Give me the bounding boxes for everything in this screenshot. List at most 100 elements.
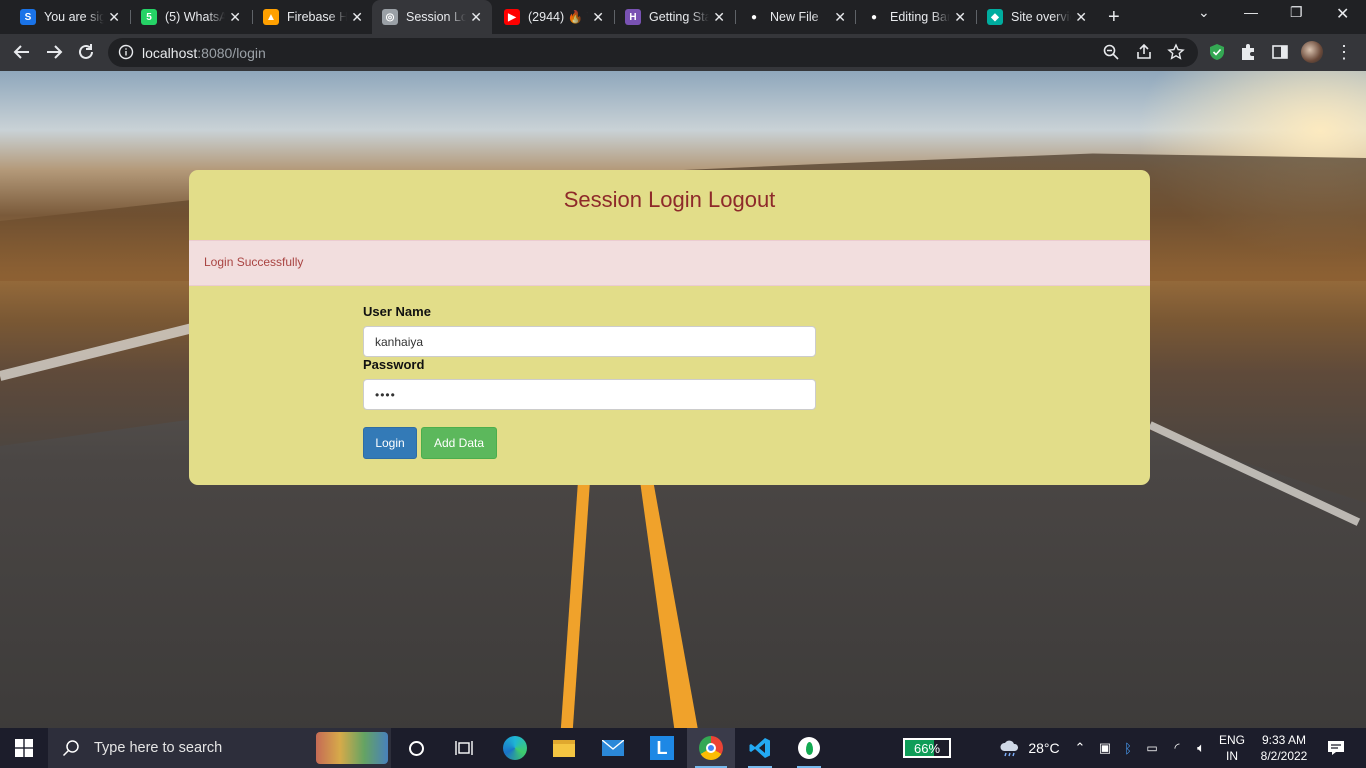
avatar xyxy=(1301,41,1323,63)
chrome-app[interactable] xyxy=(687,728,735,768)
login-button[interactable]: Login xyxy=(363,427,417,459)
battery-indicator[interactable]: 66% xyxy=(900,728,954,768)
tab-title: Site overview xyxy=(1011,10,1071,24)
browser-tab[interactable]: 5 (5) WhatsApp ✕ xyxy=(131,0,251,34)
tab-separator xyxy=(252,10,253,24)
start-button[interactable] xyxy=(0,728,48,768)
l-icon: L xyxy=(650,736,674,760)
region-code: IN xyxy=(1226,749,1238,763)
bluetooth-button[interactable]: ᛒ xyxy=(1118,728,1138,768)
search-highlight-image xyxy=(316,732,388,764)
netlify-icon: ◆ xyxy=(987,9,1003,25)
l-app[interactable]: L xyxy=(642,728,682,768)
tab-title: Session Login Logout xyxy=(406,10,466,24)
language-indicator[interactable]: ENG IN xyxy=(1214,728,1250,768)
side-panel-button[interactable] xyxy=(1268,40,1292,64)
tab-title: (5) WhatsApp xyxy=(165,10,225,24)
clock-date: 8/2/2022 xyxy=(1260,749,1308,763)
weather-temp: 28°C xyxy=(1028,740,1060,756)
url-host: localhost xyxy=(142,45,198,61)
forward-button[interactable] xyxy=(42,40,66,64)
cortana-button[interactable] xyxy=(398,728,434,768)
bluetooth-icon: ᛒ xyxy=(1124,740,1132,756)
browser-tab[interactable]: ▶ (2944) 🔥 YouTube ✕ xyxy=(494,0,614,34)
profile-button[interactable] xyxy=(1300,40,1324,64)
vscode-app[interactable] xyxy=(740,728,780,768)
close-tab-icon[interactable]: ✕ xyxy=(108,9,120,25)
close-tab-icon[interactable]: ✕ xyxy=(592,9,604,25)
reload-button[interactable] xyxy=(74,40,98,64)
share-icon[interactable] xyxy=(1135,43,1153,61)
page-title: Session Login Logout xyxy=(563,187,776,212)
browser-tab[interactable]: ▲ Firebase Hosting ✕ xyxy=(253,0,373,34)
close-tab-icon[interactable]: ✕ xyxy=(1075,9,1087,25)
success-alert: Login Successfully xyxy=(189,240,1150,286)
close-tab-icon[interactable]: ✕ xyxy=(229,9,241,25)
new-tab-button[interactable]: + xyxy=(1108,6,1120,29)
back-button[interactable] xyxy=(10,40,34,64)
tab-separator xyxy=(130,10,131,24)
task-view-button[interactable] xyxy=(446,728,482,768)
puzzle-icon xyxy=(1242,44,1254,60)
minimize-button[interactable]: — xyxy=(1244,4,1258,20)
browser-tab[interactable]: ◆ Site overview ✕ xyxy=(977,0,1097,34)
edge-app[interactable] xyxy=(495,728,535,768)
cortana-icon xyxy=(408,740,424,756)
browser-tab[interactable]: S You are signed in ✕ xyxy=(10,0,130,34)
browser-tab[interactable]: H Getting Started ✕ xyxy=(615,0,735,34)
search-placeholder: Type here to search xyxy=(94,740,223,756)
close-tab-icon[interactable]: ✕ xyxy=(470,9,482,25)
windows-icon xyxy=(15,739,33,757)
close-tab-icon[interactable]: ✕ xyxy=(713,9,725,25)
file-explorer-app[interactable] xyxy=(544,728,584,768)
chrome-icon xyxy=(699,736,723,760)
notification-icon xyxy=(1328,741,1344,755)
tab-separator xyxy=(976,10,977,24)
extensions-button[interactable] xyxy=(1236,40,1260,64)
close-tab-icon[interactable]: ✕ xyxy=(351,9,363,25)
youtube-icon: ▶ xyxy=(504,9,520,25)
meet-now-button[interactable]: ▣ xyxy=(1095,728,1115,768)
mail-app[interactable] xyxy=(593,728,633,768)
username-input[interactable] xyxy=(363,326,816,357)
folder-icon xyxy=(553,739,575,757)
shield-extension-button[interactable] xyxy=(1205,40,1229,64)
network-button[interactable]: ◜ xyxy=(1166,728,1188,768)
info-icon[interactable] xyxy=(118,44,134,60)
clock[interactable]: 9:33 AM 8/2/2022 xyxy=(1252,728,1316,768)
show-hidden-icons-button[interactable]: ⌃ xyxy=(1070,728,1090,768)
username-label: User Name xyxy=(363,304,431,319)
weather-widget[interactable]: 28°C xyxy=(996,728,1062,768)
url-text: localhost:8080/login xyxy=(142,45,266,61)
speaker-icon: 🔈︎ xyxy=(1197,740,1205,755)
taskbar-search[interactable]: Type here to search xyxy=(48,728,391,768)
tab-title: You are signed in xyxy=(44,10,104,24)
password-label: Password xyxy=(363,357,425,372)
close-tab-icon[interactable]: ✕ xyxy=(954,9,966,25)
power-button[interactable]: ▭ xyxy=(1142,728,1162,768)
cloud-rain-icon xyxy=(1000,740,1019,757)
mongodb-app[interactable] xyxy=(789,728,829,768)
browser-tab[interactable]: ● New File ✕ xyxy=(736,0,856,34)
wifi-icon: ◜ xyxy=(1174,740,1180,755)
notifications-button[interactable] xyxy=(1318,728,1354,768)
volume-button[interactable]: 🔈︎ xyxy=(1190,728,1212,768)
leaf-icon xyxy=(798,737,820,759)
tab-search-icon[interactable]: ⌄ xyxy=(1198,4,1210,21)
address-bar[interactable]: localhost:8080/login xyxy=(108,38,1198,67)
restore-button[interactable]: ❐ xyxy=(1290,4,1303,21)
arrow-right-icon xyxy=(47,45,63,59)
tab-separator xyxy=(614,10,615,24)
close-window-button[interactable]: ✕ xyxy=(1336,4,1349,24)
add-data-button[interactable]: Add Data xyxy=(421,427,497,459)
task-view-icon xyxy=(455,741,473,755)
zoom-icon[interactable] xyxy=(1102,43,1120,61)
menu-button[interactable]: ⋮ xyxy=(1332,40,1356,64)
close-tab-icon[interactable]: ✕ xyxy=(834,9,846,25)
tab-title: New File xyxy=(770,10,819,24)
star-icon[interactable] xyxy=(1167,43,1185,61)
browser-tab[interactable]: ● Editing Banner ✕ xyxy=(856,0,976,34)
password-input[interactable] xyxy=(363,379,816,410)
browser-tab[interactable]: ◎ Session Login Logout ✕ xyxy=(372,0,492,34)
globe-icon: ◎ xyxy=(382,9,398,25)
